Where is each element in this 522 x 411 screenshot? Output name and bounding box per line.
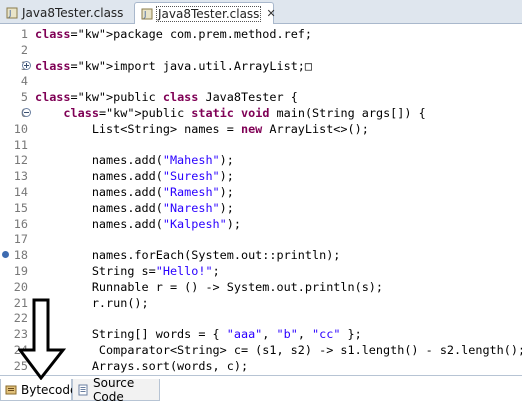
bottom-tab-bar: Bytecode Source Code bbox=[0, 375, 522, 411]
code-text: Arrays.sort(words, c); bbox=[35, 358, 249, 373]
tab-label: Source Code bbox=[93, 375, 135, 404]
code-line[interactable]: 5 class="kw">public class Java8Tester { bbox=[0, 89, 522, 105]
code-line[interactable]: 25 Arrays.sort(words, c); bbox=[0, 358, 522, 374]
line-number: 17 bbox=[13, 232, 28, 247]
line-number: 20 bbox=[13, 279, 28, 294]
editor-tab-bar: J Java8Tester.class J Java8Tester.class … bbox=[0, 0, 522, 24]
code-line[interactable]: 6 class="kw">public static void main(Str… bbox=[0, 105, 522, 121]
line-number: 16 bbox=[13, 216, 28, 231]
line-number: 18 bbox=[13, 248, 28, 263]
line-number: 11 bbox=[13, 137, 28, 152]
code-text: names.add("Suresh"); bbox=[35, 169, 234, 184]
tab-bytecode[interactable]: Bytecode bbox=[0, 379, 77, 401]
class-file-icon: J bbox=[141, 8, 153, 20]
tab-label: Java8Tester.class bbox=[155, 5, 262, 22]
code-text: Runnable r = () -> System.out.println(s)… bbox=[35, 279, 384, 294]
code-line[interactable]: 18 names.forEach(System.out::println); bbox=[0, 247, 522, 263]
class-file-icon: J bbox=[6, 7, 18, 19]
source-code-icon bbox=[77, 384, 89, 396]
code-line[interactable]: 14 names.add("Ramesh"); bbox=[0, 184, 522, 200]
code-line[interactable]: 13 names.add("Suresh"); bbox=[0, 168, 522, 184]
code-text: class="kw">import java.util.ArrayList;□ bbox=[35, 58, 312, 73]
code-text: names.add("Kalpesh"); bbox=[35, 216, 241, 231]
code-text: String s="Hello!"; bbox=[35, 264, 220, 278]
line-number: 19 bbox=[13, 264, 28, 278]
line-number: 5 bbox=[20, 90, 28, 105]
code-text: Comparator<String> c= (s1, s2) -> s1.len… bbox=[35, 343, 522, 357]
breakpoint-icon[interactable] bbox=[1, 250, 10, 259]
line-number: 14 bbox=[13, 185, 28, 199]
code-line[interactable]: 3class="kw">import java.util.ArrayList;□ bbox=[0, 58, 522, 74]
code-line[interactable]: 2 bbox=[0, 42, 522, 58]
line-number: 10 bbox=[13, 121, 28, 136]
code-text: names.forEach(System.out::println); bbox=[35, 248, 341, 263]
svg-text:J: J bbox=[143, 10, 146, 19]
code-line[interactable]: 11 bbox=[0, 137, 522, 153]
fold-minus-icon[interactable] bbox=[22, 108, 31, 117]
code-text: names.add("Naresh"); bbox=[35, 200, 234, 215]
line-number: 1 bbox=[20, 27, 28, 41]
down-arrow-annotation-icon bbox=[18, 298, 66, 380]
code-text: List<String> names = new ArrayList<>(); bbox=[35, 121, 369, 136]
code-line[interactable]: 24 Comparator<String> c= (s1, s2) -> s1.… bbox=[0, 342, 522, 358]
code-line[interactable]: 23 String[] words = { "aaa", "b", "cc" }… bbox=[0, 326, 522, 342]
line-number: 12 bbox=[13, 153, 28, 168]
tab-java8tester-class-active[interactable]: J Java8Tester.class ✕ bbox=[134, 2, 276, 24]
code-editor[interactable]: 1 class="kw">package com.prem.method.ref;… bbox=[0, 24, 522, 375]
tab-label: Bytecode bbox=[21, 382, 78, 397]
bytecode-icon bbox=[5, 384, 17, 396]
tab-java8tester-class[interactable]: J Java8Tester.class bbox=[2, 2, 130, 23]
code-text: class="kw">package com.prem.method.ref; bbox=[35, 27, 312, 41]
fold-plus-icon[interactable] bbox=[22, 60, 31, 70]
line-number: 2 bbox=[20, 42, 28, 57]
line-number: 13 bbox=[13, 169, 28, 184]
code-line[interactable]: 20 Runnable r = () -> System.out.println… bbox=[0, 279, 522, 295]
code-line[interactable]: 17 bbox=[0, 231, 522, 247]
code-text: class="kw">public static void main(Strin… bbox=[63, 106, 426, 120]
code-line[interactable]: 19 String s="Hello!"; bbox=[0, 263, 522, 279]
line-number: 4 bbox=[20, 74, 28, 89]
svg-text:J: J bbox=[8, 9, 11, 18]
tab-label: Java8Tester.class bbox=[22, 5, 124, 20]
code-line[interactable]: 22 bbox=[0, 310, 522, 326]
code-line[interactable]: 16 names.add("Kalpesh"); bbox=[0, 216, 522, 232]
code-text: String[] words = { "aaa", "b", "cc" }; bbox=[35, 327, 362, 342]
close-icon[interactable]: ✕ bbox=[266, 7, 275, 20]
line-number: 15 bbox=[13, 200, 28, 215]
code-text: names.add("Ramesh"); bbox=[35, 185, 234, 199]
code-text: class="kw">public class Java8Tester { bbox=[35, 90, 298, 105]
code-line[interactable]: 4 bbox=[0, 73, 522, 89]
code-text: names.add("Mahesh"); bbox=[35, 153, 234, 168]
code-line[interactable]: 10 List<String> names = new ArrayList<>(… bbox=[0, 121, 522, 137]
tab-source-code[interactable]: Source Code bbox=[72, 375, 160, 404]
code-line[interactable]: 21 r.run(); bbox=[0, 295, 522, 311]
code-line[interactable]: 15 names.add("Naresh"); bbox=[0, 200, 522, 216]
code-line[interactable]: 12 names.add("Mahesh"); bbox=[0, 152, 522, 168]
code-line[interactable]: 1 class="kw">package com.prem.method.ref; bbox=[0, 26, 522, 42]
